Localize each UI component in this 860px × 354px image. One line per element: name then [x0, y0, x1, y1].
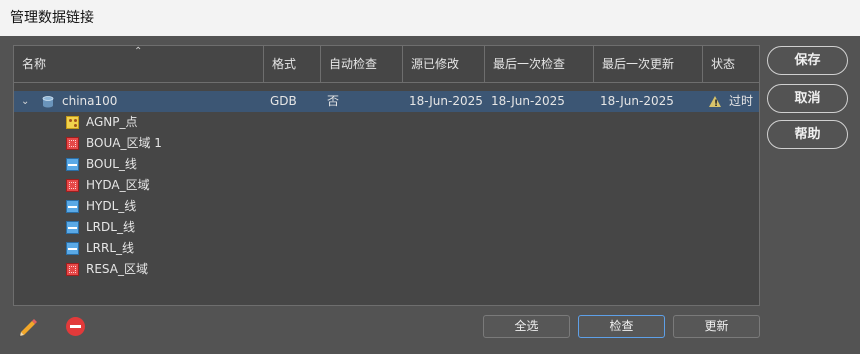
table-row-china100[interactable]: ⌄ china100 GDB 否 18-Jun-2025 18-Jun-2025… — [14, 91, 759, 112]
area-layer-icon — [66, 263, 79, 276]
data-links-table: 名称 ⌃ 格式 自动检查 源已修改 最后一次检查 最后一次更新 状态 ⌄ chi… — [13, 45, 760, 306]
line-layer-icon — [66, 200, 79, 213]
remove-icon[interactable] — [66, 317, 85, 336]
parent-last-update: 18-Jun-2025 — [600, 94, 674, 108]
table-row[interactable]: RESA_区域 — [14, 259, 759, 280]
table-row[interactable]: AGNP_点 — [14, 112, 759, 133]
layer-name: RESA_区域 — [86, 262, 148, 276]
parent-auto-check: 否 — [327, 94, 340, 108]
update-button[interactable]: 更新 — [673, 315, 760, 338]
help-button[interactable]: 帮助 — [767, 120, 848, 149]
area-layer-icon — [66, 179, 79, 192]
sort-ascending-icon: ⌃ — [134, 46, 143, 57]
pencil-icon[interactable] — [17, 316, 39, 338]
table-row[interactable]: BOUA_区域 1 — [14, 133, 759, 154]
layer-name: LRDL_线 — [86, 220, 135, 234]
layer-name: BOUL_线 — [86, 157, 137, 171]
parent-last-check: 18-Jun-2025 — [491, 94, 565, 108]
parent-format: GDB — [270, 94, 297, 108]
column-header-status[interactable]: 状态 — [703, 46, 759, 82]
table-header: 名称 ⌃ 格式 自动检查 源已修改 最后一次检查 最后一次更新 状态 — [14, 46, 759, 83]
area-layer-icon — [66, 137, 79, 150]
table-row[interactable]: HYDA_区域 — [14, 175, 759, 196]
manage-data-links-dialog: 名称 ⌃ 格式 自动检查 源已修改 最后一次检查 最后一次更新 状态 ⌄ chi… — [0, 36, 860, 354]
column-header-last-check[interactable]: 最后一次检查 — [485, 46, 594, 82]
window-title: 管理数据链接 — [0, 0, 860, 36]
column-header-auto-check[interactable]: 自动检查 — [321, 46, 403, 82]
parent-source-modified: 18-Jun-2025 — [409, 94, 483, 108]
layer-name: HYDA_区域 — [86, 178, 150, 192]
layer-name: LRRL_线 — [86, 241, 135, 255]
parent-status: 过时 — [729, 94, 754, 108]
line-layer-icon — [66, 242, 79, 255]
table-row[interactable]: HYDL_线 — [14, 196, 759, 217]
layer-name: AGNP_点 — [86, 115, 138, 129]
expand-chevron-icon[interactable]: ⌄ — [21, 91, 29, 112]
cancel-button[interactable]: 取消 — [767, 84, 848, 113]
line-layer-icon — [66, 221, 79, 234]
database-icon — [42, 96, 54, 108]
table-row[interactable]: BOUL_线 — [14, 154, 759, 175]
column-header-format[interactable]: 格式 — [264, 46, 321, 82]
layer-name: BOUA_区域 1 — [86, 136, 162, 150]
save-button[interactable]: 保存 — [767, 46, 848, 75]
column-header-name[interactable]: 名称 ⌃ — [14, 46, 264, 82]
column-header-last-update[interactable]: 最后一次更新 — [594, 46, 703, 82]
column-header-source-modified[interactable]: 源已修改 — [403, 46, 485, 82]
line-layer-icon — [66, 158, 79, 171]
point-layer-icon — [66, 116, 79, 129]
layer-name: HYDL_线 — [86, 199, 137, 213]
table-row[interactable]: LRRL_线 — [14, 238, 759, 259]
parent-name: china100 — [62, 94, 118, 108]
table-row[interactable]: LRDL_线 — [14, 217, 759, 238]
check-button[interactable]: 检查 — [578, 315, 665, 338]
select-all-button[interactable]: 全选 — [483, 315, 570, 338]
